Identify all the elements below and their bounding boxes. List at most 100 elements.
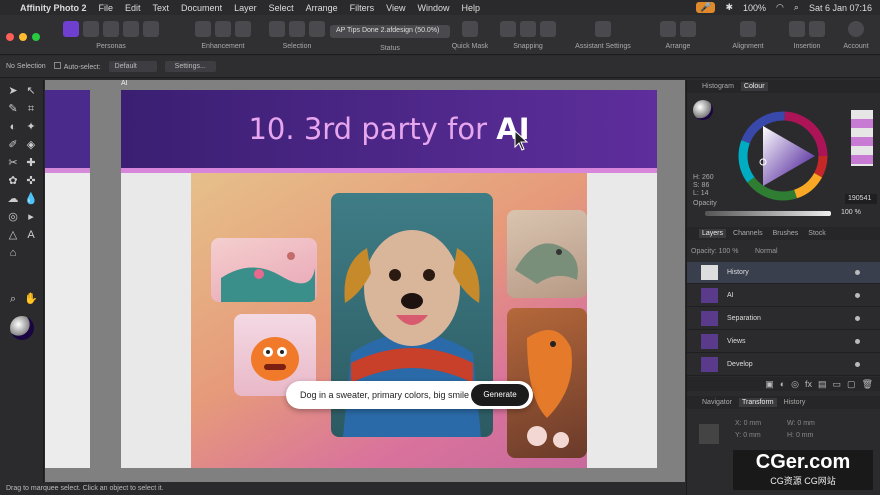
- tab-colour[interactable]: Colour: [740, 82, 768, 91]
- insert-inside-icon[interactable]: [809, 21, 825, 37]
- arrange-forward-icon[interactable]: [680, 21, 696, 37]
- adjustment-icon[interactable]: ◐: [780, 379, 785, 389]
- opacity-slider[interactable]: [705, 211, 831, 216]
- wifi-icon[interactable]: ◠: [776, 2, 784, 13]
- visibility-icon[interactable]: [855, 339, 860, 344]
- menu-edit[interactable]: Edit: [125, 3, 141, 13]
- clone-tool-icon[interactable]: ✿: [6, 174, 20, 188]
- visibility-icon[interactable]: [855, 293, 860, 298]
- folder-icon[interactable]: ▭: [833, 379, 842, 389]
- export-persona-icon[interactable]: [143, 21, 159, 37]
- colour-palette-swatches[interactable]: [851, 110, 873, 166]
- settings-button[interactable]: Settings...: [164, 61, 216, 72]
- layer-row[interactable]: Views: [687, 331, 880, 353]
- develop-persona-icon[interactable]: [103, 21, 119, 37]
- tab-stock[interactable]: Stock: [805, 229, 829, 238]
- zoom-tool-icon[interactable]: ⌕: [6, 292, 20, 306]
- erase-brush-icon[interactable]: ✂: [6, 156, 20, 170]
- snapping-icon[interactable]: [500, 21, 516, 37]
- menu-document[interactable]: Document: [181, 3, 222, 13]
- photo-persona-icon[interactable]: [63, 21, 79, 37]
- zoom-window-button[interactable]: [32, 33, 40, 41]
- tab-brushes[interactable]: Brushes: [770, 229, 802, 238]
- slide-title[interactable]: 10. 3rd party for AI: [121, 112, 657, 146]
- close-window-button[interactable]: [6, 33, 14, 41]
- assistant-icon[interactable]: [595, 21, 611, 37]
- fill-tool-icon[interactable]: ◈: [24, 138, 38, 152]
- align-icon[interactable]: [740, 21, 756, 37]
- auto-levels-icon[interactable]: [195, 21, 211, 37]
- auto-contrast-icon[interactable]: [215, 21, 231, 37]
- crop-tool-icon[interactable]: ⌗: [24, 102, 38, 116]
- color-swatch-icon[interactable]: [10, 316, 34, 340]
- y-field[interactable]: Y: 0 mm: [735, 432, 761, 439]
- auto-colors-icon[interactable]: [235, 21, 251, 37]
- fx-icon[interactable]: fx: [805, 379, 812, 389]
- color-picker-tool-icon[interactable]: ✎: [6, 102, 20, 116]
- bluetooth-icon[interactable]: ✱: [725, 2, 733, 13]
- tab-navigator[interactable]: Navigator: [699, 398, 735, 407]
- h-value[interactable]: 0 mm: [796, 432, 814, 439]
- checkbox-icon[interactable]: [53, 62, 61, 69]
- flood-select-icon[interactable]: ✦: [24, 120, 38, 134]
- move-tool-icon[interactable]: ➤: [6, 84, 20, 98]
- menu-file[interactable]: File: [99, 3, 114, 13]
- hex-field[interactable]: 190541: [845, 194, 877, 204]
- x-value[interactable]: 0 mm: [744, 420, 762, 427]
- trash-icon[interactable]: 🗑: [862, 379, 873, 389]
- snapping-magnet-icon[interactable]: [540, 21, 556, 37]
- ai-prompt-bar[interactable]: Dog in a sweater, primary colors, big sm…: [286, 381, 533, 409]
- menu-filters[interactable]: Filters: [350, 3, 375, 13]
- generate-button[interactable]: Generate: [471, 384, 529, 406]
- x-field[interactable]: X: 0 mm: [735, 420, 761, 427]
- auto-select-mode-dropdown[interactable]: Default: [108, 61, 157, 72]
- app-menu[interactable]: Affinity Photo 2: [20, 3, 87, 13]
- menu-text[interactable]: Text: [153, 3, 170, 13]
- w-value[interactable]: 0 mm: [797, 420, 815, 427]
- layer-row[interactable]: AI: [687, 285, 880, 307]
- layer-row[interactable]: Separation: [687, 308, 880, 330]
- colour-wheel[interactable]: [737, 110, 829, 202]
- pen-tool-icon[interactable]: △: [6, 228, 20, 242]
- tab-layers[interactable]: Layers: [699, 229, 727, 238]
- w-field[interactable]: W: 0 mm: [787, 420, 815, 427]
- minimize-window-button[interactable]: [19, 33, 27, 41]
- colour-swatch[interactable]: [693, 100, 713, 120]
- document-status[interactable]: AP Tips Done 2.afdesign (50.0%): [330, 25, 450, 38]
- menu-arrange[interactable]: Arrange: [306, 3, 338, 13]
- menu-select[interactable]: Select: [269, 3, 294, 13]
- microphone-icon[interactable]: 🎤: [696, 2, 716, 13]
- blur-tool-icon[interactable]: 💧: [24, 192, 38, 206]
- visibility-icon[interactable]: [855, 316, 860, 321]
- tab-channels[interactable]: Channels: [730, 229, 766, 238]
- blend-mode-dropdown[interactable]: Normal: [755, 248, 778, 255]
- layer-row[interactable]: History: [687, 262, 880, 284]
- add-layer-icon[interactable]: ▢: [847, 379, 856, 389]
- prompt-text[interactable]: Dog in a sweater, primary colors, big sm…: [300, 390, 469, 400]
- liquify-persona-icon[interactable]: [83, 21, 99, 37]
- anchor-point-selector[interactable]: [699, 424, 719, 444]
- healing-tool-icon[interactable]: ✜: [24, 174, 38, 188]
- image-card-surf[interactable]: [211, 238, 317, 302]
- dodge-tool-icon[interactable]: ✚: [24, 156, 38, 170]
- text-tool-icon[interactable]: A: [24, 228, 38, 242]
- h-field[interactable]: H: 0 mm: [787, 432, 813, 439]
- group-icon[interactable]: ▤: [818, 379, 827, 389]
- auto-select-toggle[interactable]: Auto-select:: [53, 62, 101, 71]
- node-tool-icon[interactable]: ▸: [24, 210, 38, 224]
- invert-selection-icon[interactable]: [309, 21, 325, 37]
- tab-histogram[interactable]: Histogram: [699, 82, 737, 91]
- snapping-options-icon[interactable]: [520, 21, 536, 37]
- y-value[interactable]: 0 mm: [743, 432, 761, 439]
- opacity-value[interactable]: 100 %: [841, 209, 861, 216]
- view-tool-icon[interactable]: ↖: [24, 84, 38, 98]
- hand-tool-icon[interactable]: ✋: [24, 292, 38, 306]
- menu-help[interactable]: Help: [462, 3, 481, 13]
- adjacent-artboard[interactable]: [45, 90, 90, 468]
- deselect-icon[interactable]: [289, 21, 305, 37]
- quick-mask-icon[interactable]: [462, 21, 478, 37]
- layer-row[interactable]: Develop: [687, 354, 880, 376]
- menu-window[interactable]: Window: [418, 3, 450, 13]
- visibility-icon[interactable]: [855, 270, 860, 275]
- mesh-warp-icon[interactable]: ⌂: [6, 246, 20, 260]
